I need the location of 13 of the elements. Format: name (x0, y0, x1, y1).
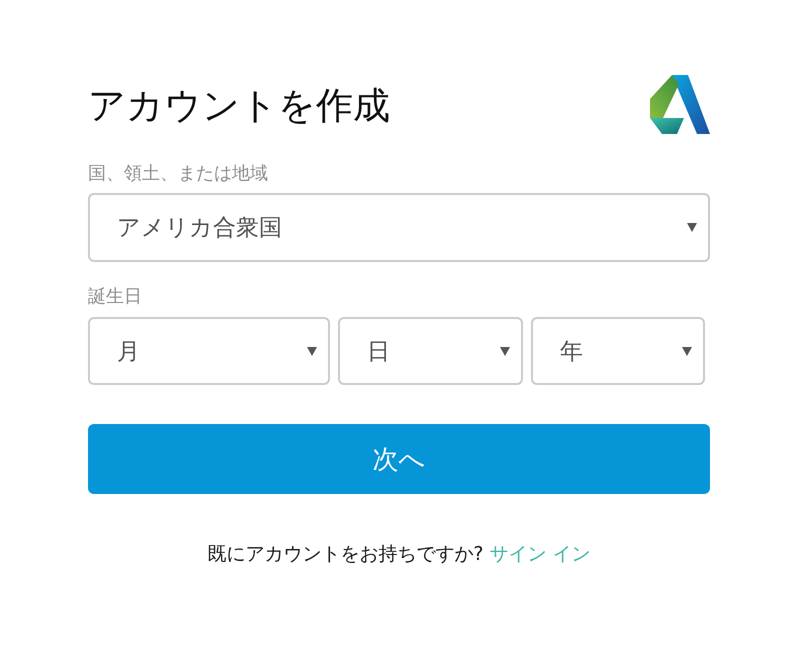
country-select[interactable]: アメリカ合衆国 (88, 193, 710, 262)
caret-icon (687, 223, 697, 232)
page-title: アカウントを作成 (88, 83, 390, 129)
date-select[interactable]: 年 (531, 317, 705, 385)
caret-icon (307, 346, 317, 356)
caret-icon (500, 346, 510, 356)
caret-icon (682, 346, 692, 356)
field-label: 国、領土、または地域 (88, 163, 268, 185)
date-select[interactable]: 月 (88, 317, 330, 385)
logo-icon (650, 75, 710, 135)
sign-in-prompt: 既にアカウントをお持ちですか? サイン イン (207, 542, 591, 567)
field-label: 誕生日 (88, 286, 142, 308)
date-select[interactable]: 日 (338, 317, 523, 385)
